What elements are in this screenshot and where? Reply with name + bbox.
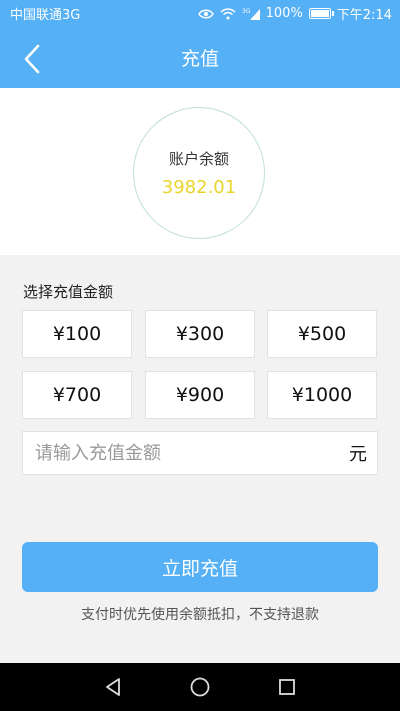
amount-option-100[interactable]: ¥100 [22,310,132,358]
clock: 下午2:14 [336,8,392,23]
balance-label: 账户余额 [168,150,229,168]
amount-option-700[interactable]: ¥700 [22,371,132,419]
currency-unit: 元 [349,444,367,465]
square-recents-icon [278,679,295,695]
nav-recents-button[interactable] [273,673,301,701]
amount-option-300[interactable]: ¥300 [145,310,255,358]
balance-value: 3982.01 [161,177,237,198]
balance-circle: 账户余额 3982.01 [133,107,265,239]
status-icons: 3G 100% 下午2:14 [197,4,392,23]
carrier-label: 中国联通3G [10,8,81,23]
nav-back-button[interactable] [99,673,127,701]
custom-amount-field: 元 [22,431,378,475]
amount-option-1000[interactable]: ¥1000 [267,371,377,419]
amount-option-900[interactable]: ¥900 [145,371,255,419]
signal-tag: 3G [242,8,251,15]
wifi-icon [220,7,236,20]
payment-notice: 支付时优先使用余额抵扣，不支持退款 [81,607,319,623]
triangle-back-icon [106,678,121,696]
circle-home-icon [190,677,210,697]
battery-icon [308,8,334,19]
cellular-signal-icon: 3G [242,8,260,20]
select-amount-label: 选择充值金额 [23,283,114,301]
page-title: 充值 [180,48,219,70]
balance-section: 账户余额 3982.01 [0,88,400,255]
amount-option-500[interactable]: ¥500 [267,310,377,358]
battery-percent: 100% [265,6,303,21]
eye-icon [197,8,214,20]
recharge-button[interactable]: 立即充值 [22,542,378,592]
status-bar: 中国联通3G 3G 100% 下午2:14 [0,0,400,27]
system-nav-bar [0,663,400,711]
header-bar: 充值 [0,27,400,88]
custom-amount-input[interactable] [23,431,349,475]
nav-home-button[interactable] [186,673,214,701]
